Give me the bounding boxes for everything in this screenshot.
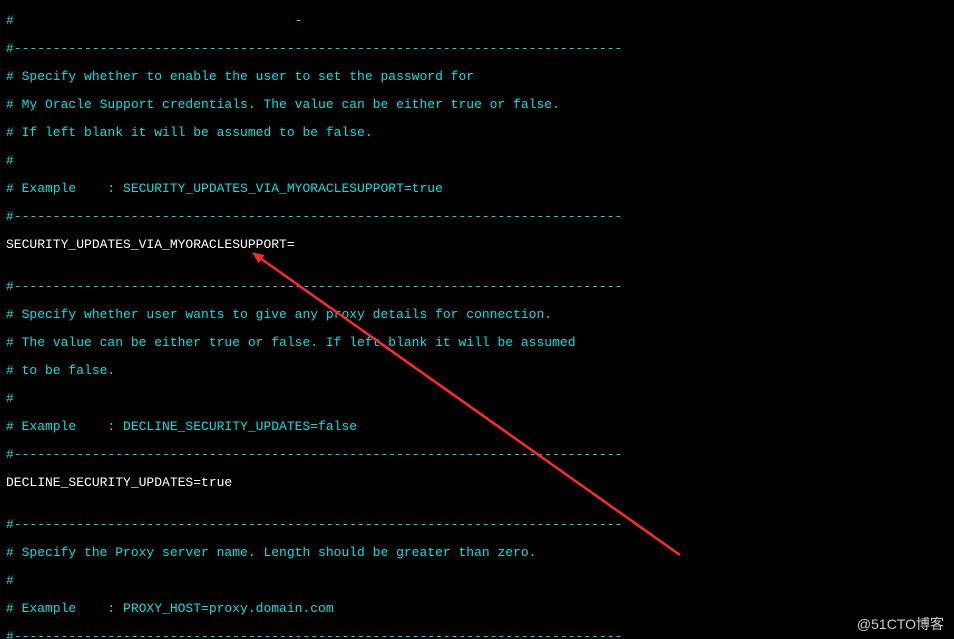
text-line: # Example : DECLINE_SECURITY_UPDATES=fal… [6,420,948,434]
text-line: # to be false. [6,364,948,378]
text-line: #---------------------------------------… [6,448,948,462]
text-line: #---------------------------------------… [6,42,948,56]
text-line: #---------------------------------------… [6,280,948,294]
text-line: # Example : PROXY_HOST=proxy.domain.com [6,602,948,616]
text-line: # If left blank it will be assumed to be… [6,126,948,140]
text-line: # [6,392,948,406]
text-line: #---------------------------------------… [6,210,948,224]
watermark-text: @51CTO博客 [857,617,944,631]
text-line: # Specify whether user wants to give any… [6,308,948,322]
setting-decline-security-updates: DECLINE_SECURITY_UPDATES=true [6,476,948,490]
text-line: # [6,154,948,168]
text-line: # My Oracle Support credentials. The val… [6,98,948,112]
text-line: # [6,574,948,588]
text-line: # Specify the Proxy server name. Length … [6,546,948,560]
text-line: # Specify whether to enable the user to … [6,70,948,84]
setting-security-updates-via-myoraclesupport: SECURITY_UPDATES_VIA_MYORACLESUPPORT= [6,238,948,252]
text-line: #---------------------------------------… [6,518,948,532]
text-line: #---------------------------------------… [6,630,948,639]
text-line: # Example : SECURITY_UPDATES_VIA_MYORACL… [6,182,948,196]
text-line: # The value can be either true or false.… [6,336,948,350]
text-line: # - [6,14,948,28]
terminal-viewport[interactable]: # - #-----------------------------------… [0,0,954,639]
